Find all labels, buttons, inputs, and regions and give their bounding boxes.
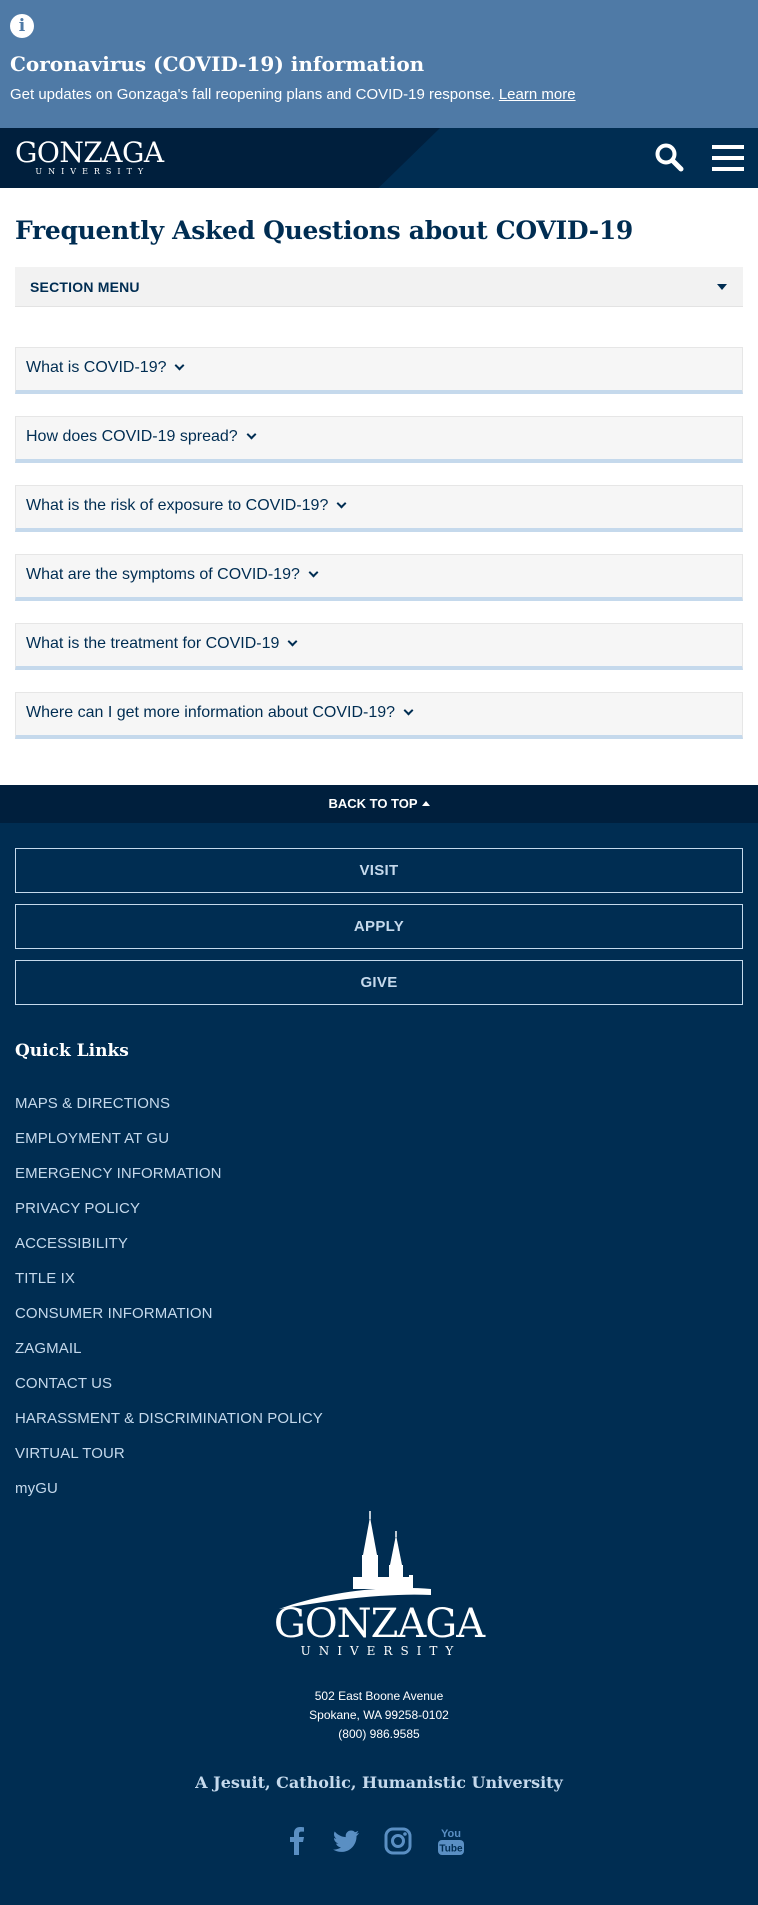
address-city: Spokane, WA 99258-0102	[309, 1708, 449, 1722]
chevron-down-icon	[287, 636, 298, 647]
alert-text: Get updates on Gonzaga's fall reopening …	[10, 86, 748, 103]
caret-down-icon	[717, 284, 727, 290]
quick-link-privacy[interactable]: PRIVACY POLICY	[15, 1200, 140, 1217]
church-spires-icon: GONZAGA UNIVERSITY	[274, 1511, 487, 1658]
alert-message: Get updates on Gonzaga's fall reopening …	[10, 86, 495, 103]
phone-number[interactable]: (800) 986.9585	[0, 1727, 758, 1741]
footer-logo-subtitle: UNIVERSITY	[301, 1644, 462, 1658]
faq-question: Where can I get more information about C…	[26, 704, 396, 721]
tagline: A Jesuit, Catholic, Humanistic Universit…	[195, 1773, 563, 1792]
caret-up-icon	[421, 801, 430, 806]
site-footer: VISIT APPLY GIVE Quick Links MAPS & DIRE…	[0, 823, 758, 1905]
youtube-icon: You Tube	[438, 1828, 464, 1855]
chevron-down-icon	[336, 498, 347, 509]
section-menu-label: SECTION MENU	[30, 279, 140, 295]
quick-link-consumer-info[interactable]: CONSUMER INFORMATION	[15, 1305, 213, 1322]
facebook-link[interactable]	[282, 1826, 312, 1856]
chevron-down-icon	[175, 360, 185, 371]
faq-question: How does COVID-19 spread?	[26, 428, 238, 445]
faq-item[interactable]: Where can I get more information about C…	[15, 692, 743, 739]
faq-list: What is COVID-19? How does COVID-19 spre…	[15, 347, 743, 739]
menu-button[interactable]	[712, 142, 744, 174]
faq-question: What is the treatment for COVID-19	[26, 635, 280, 652]
back-to-top-button[interactable]: BACK TO TOP	[0, 785, 758, 823]
section-menu-dropdown[interactable]: SECTION MENU	[15, 267, 743, 307]
chevron-down-icon	[403, 705, 414, 716]
facebook-icon	[290, 1827, 304, 1855]
chevron-down-icon	[246, 429, 257, 440]
quick-links-heading: Quick Links	[15, 1041, 129, 1061]
svg-text:Tube: Tube	[439, 1844, 463, 1855]
instagram-link[interactable]	[383, 1826, 413, 1856]
faq-question: What is the risk of exposure to COVID-19…	[26, 497, 329, 514]
address-street: 502 East Boone Avenue	[314, 1689, 444, 1703]
faq-question: What is COVID-19?	[26, 359, 167, 376]
search-button[interactable]	[654, 142, 686, 174]
quick-link-virtual-tour[interactable]: VIRTUAL TOUR	[15, 1445, 125, 1462]
youtube-link[interactable]: You Tube	[436, 1826, 466, 1856]
footer-logo[interactable]: GONZAGA UNIVERSITY	[269, 1511, 489, 1661]
faq-item[interactable]: What is COVID-19?	[15, 347, 743, 394]
apply-button[interactable]: APPLY	[15, 904, 743, 949]
twitter-icon	[333, 1830, 359, 1852]
chevron-down-icon	[308, 567, 319, 578]
quick-link-zagmail[interactable]: ZAGMAIL	[15, 1340, 82, 1357]
quick-link-emergency[interactable]: EMERGENCY INFORMATION	[15, 1165, 222, 1182]
gonzaga-logo[interactable]: GONZAGA UNIVERSITY	[15, 136, 164, 177]
logo-wordmark: GONZAGA	[15, 136, 164, 169]
search-icon	[655, 143, 684, 172]
give-button[interactable]: GIVE	[15, 960, 743, 1005]
back-to-top-label: BACK TO TOP	[328, 796, 418, 811]
quick-link-maps[interactable]: MAPS & DIRECTIONS	[15, 1095, 170, 1112]
quick-link-title-ix[interactable]: TITLE IX	[15, 1270, 75, 1287]
quick-link-accessibility[interactable]: ACCESSIBILITY	[15, 1235, 128, 1252]
quick-link-mygu[interactable]: myGU	[15, 1480, 58, 1497]
logo-subtitle: UNIVERSITY	[35, 167, 150, 176]
page-title: Frequently Asked Questions about COVID-1…	[15, 216, 634, 245]
faq-item[interactable]: How does COVID-19 spread?	[15, 416, 743, 463]
faq-item[interactable]: What are the symptoms of COVID-19?	[15, 554, 743, 601]
covid-alert-banner: i Coronavirus (COVID-19) information Get…	[0, 0, 758, 128]
alert-title: Coronavirus (COVID-19) information	[10, 52, 425, 76]
faq-item[interactable]: What is the treatment for COVID-19	[15, 623, 743, 670]
hamburger-icon	[712, 145, 744, 149]
quick-link-employment[interactable]: EMPLOYMENT AT GU	[15, 1130, 169, 1147]
visit-button[interactable]: VISIT	[15, 848, 743, 893]
svg-text:You: You	[441, 1828, 461, 1840]
instagram-icon	[384, 1827, 412, 1855]
learn-more-link[interactable]: Learn more	[499, 86, 576, 103]
site-header: GONZAGA UNIVERSITY	[0, 128, 758, 188]
main-content: Frequently Asked Questions about COVID-1…	[0, 216, 758, 739]
twitter-link[interactable]	[331, 1826, 361, 1856]
footer-logo-wordmark: GONZAGA	[274, 1601, 486, 1647]
faq-question: What are the symptoms of COVID-19?	[26, 566, 300, 583]
quick-link-harassment-policy[interactable]: HARASSMENT & DISCRIMINATION POLICY	[15, 1410, 323, 1427]
quick-link-contact[interactable]: CONTACT US	[15, 1375, 112, 1392]
info-icon: i	[10, 14, 34, 38]
faq-item[interactable]: What is the risk of exposure to COVID-19…	[15, 485, 743, 532]
